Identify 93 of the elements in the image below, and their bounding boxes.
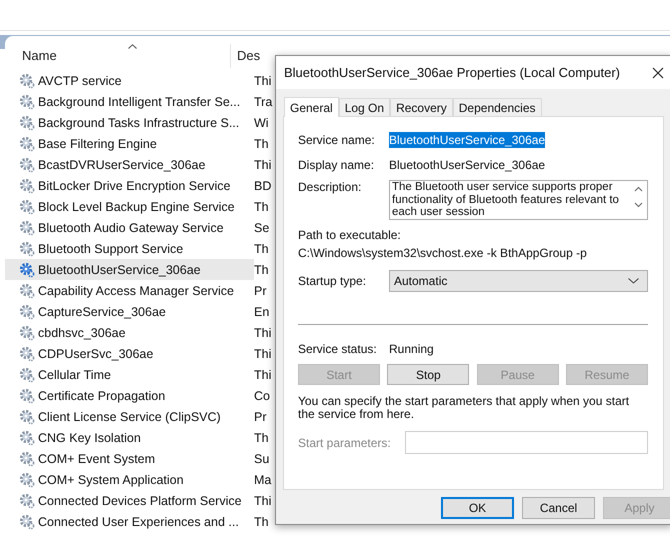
gear-icon bbox=[19, 430, 35, 446]
gear-icon bbox=[19, 262, 35, 278]
table-cell: Tra bbox=[254, 94, 272, 108]
table-cell: Th bbox=[254, 514, 269, 528]
dialog-button[interactable]: Cancel bbox=[522, 497, 595, 519]
field-label: Service name: bbox=[298, 133, 376, 147]
table-cell: Ma bbox=[254, 472, 272, 486]
path-value: C:\Windows\system32\svchost.exe -k BthAppGroup -p bbox=[298, 246, 588, 260]
service-row[interactable]: BitLocker Drive Encryption Service bbox=[5, 175, 254, 196]
gear-icon bbox=[19, 94, 35, 110]
service-control-button[interactable]: Stop bbox=[387, 364, 470, 385]
service-row[interactable]: COM+ Event System bbox=[5, 448, 254, 469]
close-icon[interactable] bbox=[652, 66, 664, 78]
column-header[interactable]: Name bbox=[5, 44, 231, 68]
dialog-button[interactable]: OK bbox=[441, 497, 514, 519]
service-row[interactable]: Cellular Time bbox=[5, 364, 254, 385]
service-row[interactable]: Bluetooth Audio Gateway Service bbox=[5, 217, 254, 238]
table-cell: Thi bbox=[254, 368, 272, 382]
description-field[interactable]: The Bluetooth user service supports proper functionality of Bluetooth features relevant to each user session bbox=[389, 180, 648, 220]
gear-icon bbox=[19, 114, 35, 130]
gear-icon bbox=[19, 304, 35, 320]
field-label: Path to executable: bbox=[298, 228, 402, 242]
table-cell: Thi bbox=[254, 494, 272, 508]
table-cell: Wi bbox=[254, 116, 269, 130]
service-row[interactable]: CaptureService_306ae bbox=[5, 301, 254, 322]
gear-icon bbox=[19, 72, 35, 88]
tab[interactable]: Log On bbox=[338, 98, 390, 116]
tab[interactable]: General bbox=[284, 97, 339, 117]
table-cell: Th bbox=[254, 242, 269, 256]
service-row[interactable]: Capability Access Manager Service bbox=[5, 280, 254, 301]
service-row[interactable]: Block Level Backup Engine Service bbox=[5, 196, 254, 217]
table-cell: Se bbox=[254, 220, 270, 234]
service-row[interactable]: cbdhsvc_306ae bbox=[5, 322, 254, 343]
chevron-down-icon bbox=[628, 278, 639, 284]
scroll-arrows-icon[interactable] bbox=[634, 186, 643, 208]
table-cell: Su bbox=[254, 452, 270, 466]
gear-icon bbox=[19, 136, 35, 152]
gear-icon bbox=[19, 346, 35, 362]
gear-icon bbox=[19, 492, 35, 508]
tab[interactable]: Recovery bbox=[390, 98, 453, 116]
table-cell: Th bbox=[254, 200, 269, 214]
service-row[interactable]: Certificate Propagation bbox=[5, 385, 254, 406]
service-row[interactable]: COM+ System Application bbox=[5, 469, 254, 490]
service-row[interactable]: Connected Devices Platform Service bbox=[5, 490, 254, 511]
service-status-value: Running bbox=[389, 341, 434, 357]
gear-icon bbox=[19, 282, 35, 298]
service-row[interactable]: Client License Service (ClipSVC) bbox=[5, 406, 254, 427]
service-row[interactable]: AVCTP service bbox=[5, 70, 254, 91]
gear-icon bbox=[19, 366, 35, 382]
table-cell: Thi bbox=[254, 74, 272, 88]
gear-icon bbox=[19, 514, 35, 530]
hint-text: You can specify the start parameters that apply when you start the service from here. bbox=[298, 395, 630, 421]
table-cell: BD bbox=[254, 178, 272, 192]
gear-icon bbox=[19, 408, 35, 424]
gear-icon bbox=[19, 156, 35, 172]
gear-icon bbox=[19, 388, 35, 404]
table-cell: Co bbox=[254, 388, 270, 402]
table-cell: Pr bbox=[254, 284, 266, 298]
field-label: Description: bbox=[298, 180, 362, 194]
service-row[interactable]: Base Filtering Engine bbox=[5, 133, 254, 154]
window-title: BluetoothUserService_306ae Properties (Local Computer) bbox=[284, 65, 622, 80]
table-cell: Thi bbox=[254, 326, 272, 340]
field-label: Service status: bbox=[298, 342, 378, 356]
gear-icon bbox=[19, 198, 35, 214]
field-label: Display name: bbox=[298, 158, 376, 172]
gear-icon bbox=[19, 220, 35, 236]
field-label: Start parameters: bbox=[298, 436, 389, 450]
service-name-value[interactable]: BluetoothUserService_306ae bbox=[389, 132, 546, 148]
service-row[interactable]: CDPUserSvc_306ae bbox=[5, 343, 254, 364]
service-row[interactable]: Background Intelligent Transfer Se... bbox=[5, 91, 254, 112]
table-cell: Thi bbox=[254, 346, 272, 360]
table-cell: Th bbox=[254, 136, 269, 150]
service-row[interactable]: Bluetooth Support Service bbox=[5, 238, 254, 259]
service-row[interactable]: CNG Key Isolation bbox=[5, 427, 254, 448]
table-cell: Th bbox=[254, 430, 269, 444]
field-label: Startup type: bbox=[298, 274, 368, 288]
table-cell: Pr bbox=[254, 410, 266, 424]
table-cell: Thi bbox=[254, 158, 272, 172]
table-cell: En bbox=[254, 304, 270, 318]
display-name-value: BluetoothUserService_306ae bbox=[389, 157, 546, 173]
gear-icon bbox=[19, 324, 35, 340]
service-row[interactable]: Background Tasks Infrastructure S... bbox=[5, 112, 254, 133]
tab[interactable]: Dependencies bbox=[452, 98, 542, 116]
gear-icon bbox=[19, 240, 35, 256]
service-row[interactable]: BcastDVRUserService_306ae bbox=[5, 154, 254, 175]
gear-icon bbox=[19, 450, 35, 466]
table-cell: Th bbox=[254, 262, 269, 276]
startup-type-dropdown[interactable]: Automatic bbox=[389, 270, 648, 292]
service-row[interactable]: BluetoothUserService_306ae bbox=[5, 259, 254, 280]
column-header[interactable]: Des bbox=[231, 44, 260, 68]
gear-icon bbox=[19, 178, 35, 194]
gear-icon bbox=[19, 472, 35, 488]
service-row[interactable]: Connected User Experiences and ... bbox=[5, 511, 254, 532]
